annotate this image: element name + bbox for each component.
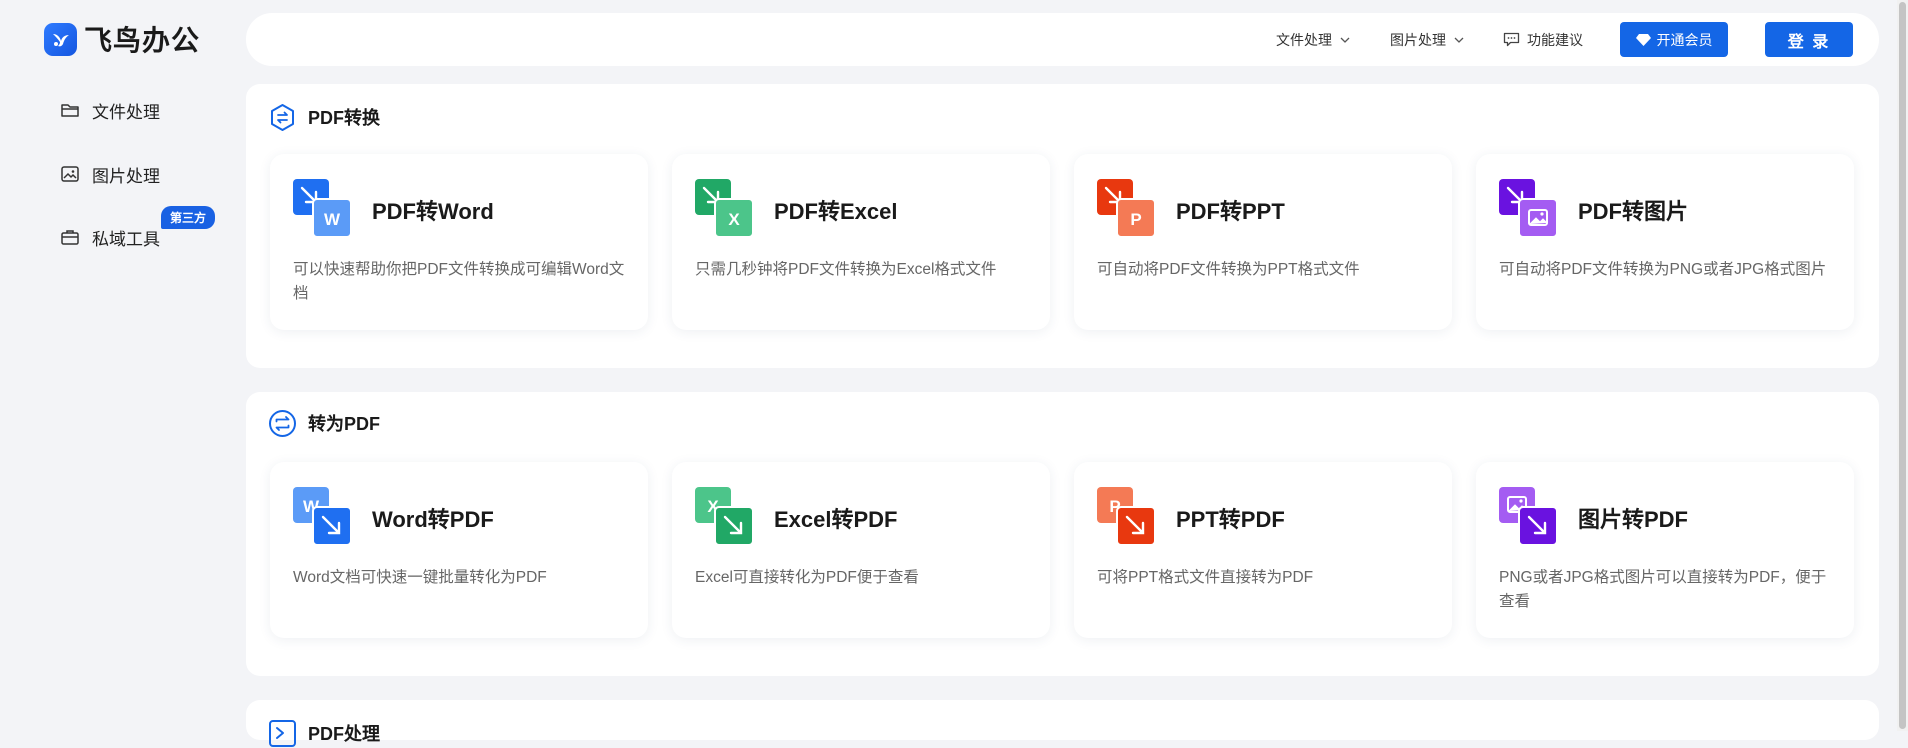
sidebar: 飞鸟办公 文件处理 图片处理 私域工具 第三方 [0, 0, 240, 731]
top-navigation-bar: 文件处理 图片处理 功能建议 开通会员 登 录 [246, 13, 1879, 66]
card-description: 可自动将PDF文件转换为PPT格式文件 [1097, 261, 1360, 278]
card-title: Word转PDF [372, 507, 494, 532]
image-to-pdf-icon [1499, 487, 1557, 545]
nav-file-processing-dropdown[interactable]: 文件处理 [1276, 13, 1350, 66]
section-convert-to-pdf: 转为PDF W Word转PDF Word文档可快速一键批量转化为PDF X E… [246, 392, 1879, 676]
card-pdf-to-word[interactable]: W PDF转Word 可以快速帮助你把PDF文件转换成可编辑Word文档 [270, 154, 648, 330]
sidebar-item-image-processing[interactable]: 图片处理 [60, 160, 160, 188]
image-icon [61, 166, 79, 182]
chevron-down-icon [1454, 37, 1464, 43]
card-title: PDF转图片 [1578, 199, 1689, 224]
card-description: Word文档可快速一键批量转化为PDF [293, 569, 547, 586]
card-image-to-pdf[interactable]: 图片转PDF PNG或者JPG格式图片可以直接转为PDF，便于查看 [1476, 462, 1854, 638]
convert-to-pdf-section-icon [269, 409, 296, 437]
open-vip-button[interactable]: 开通会员 [1620, 22, 1728, 57]
nav-label: 图片处理 [1390, 31, 1446, 48]
pdf-to-word-icon: W [293, 179, 351, 237]
card-title: PDF转PPT [1176, 199, 1285, 224]
card-title: PPT转PDF [1176, 507, 1285, 532]
section-title: PDF转换 [308, 108, 380, 128]
section-header: PDF转换 [268, 102, 380, 132]
login-button[interactable]: 登 录 [1765, 22, 1853, 57]
nav-label: 功能建议 [1527, 31, 1583, 48]
third-party-badge: 第三方 [161, 206, 216, 229]
card-description: Excel可直接转化为PDF便于查看 [695, 569, 919, 586]
nav-feedback-link[interactable]: 功能建议 [1503, 13, 1583, 66]
pdf-to-excel-icon: X [695, 179, 753, 237]
card-title: Excel转PDF [774, 507, 898, 532]
pdf-convert-section-icon [271, 103, 294, 131]
card-excel-to-pdf[interactable]: X Excel转PDF Excel可直接转化为PDF便于查看 [672, 462, 1050, 638]
app-logo[interactable]: 飞鸟办公 [44, 22, 201, 57]
pdf-to-ppt-icon: P [1097, 179, 1155, 237]
card-title: 图片转PDF [1578, 507, 1689, 532]
vip-label: 开通会员 [1656, 31, 1713, 48]
message-icon [1503, 32, 1520, 47]
section-title: PDF处理 [308, 724, 380, 744]
card-title: PDF转Word [372, 199, 494, 224]
section-pdf-convert: PDF转换 W PDF转Word 可以快速帮助你把PDF文件转换成可编辑Word… [246, 84, 1879, 368]
ppt-to-pdf-icon: P [1097, 487, 1155, 545]
nav-image-processing-dropdown[interactable]: 图片处理 [1390, 13, 1464, 66]
sidebar-item-label: 文件处理 [92, 102, 160, 122]
sidebar-item-label: 图片处理 [92, 166, 160, 186]
section-header: PDF处理 [268, 718, 380, 748]
sidebar-item-file-processing[interactable]: 文件处理 [60, 96, 160, 124]
letter: X [728, 210, 740, 229]
section-pdf-processing: PDF处理 [246, 700, 1879, 747]
pdf-processing-section-icon [269, 719, 296, 747]
nav-label: 文件处理 [1276, 31, 1332, 48]
page-scrollbar[interactable] [1897, 0, 1908, 731]
pdf-to-image-icon [1499, 179, 1557, 237]
card-title: PDF转Excel [774, 199, 898, 224]
letter: P [1130, 210, 1141, 229]
excel-to-pdf-icon: X [695, 487, 753, 545]
card-description: 只需几秒钟将PDF文件转换为Excel格式文件 [695, 261, 997, 278]
card-description: 可以快速帮助你把PDF文件转换成可编辑Word文档 [293, 261, 625, 302]
toolbox-icon [61, 230, 79, 245]
diamond-icon [1635, 33, 1651, 46]
chevron-down-icon [1340, 37, 1350, 43]
card-pdf-to-excel[interactable]: X PDF转Excel 只需几秒钟将PDF文件转换为Excel格式文件 [672, 154, 1050, 330]
scrollbar-thumb[interactable] [1899, 2, 1906, 729]
card-description: 可自动将PDF文件转换为PNG或者JPG格式图片 [1499, 261, 1827, 278]
card-ppt-to-pdf[interactable]: P PPT转PDF 可将PPT格式文件直接转为PDF [1074, 462, 1452, 638]
folder-icon [61, 104, 79, 117]
section-title: 转为PDF [308, 414, 380, 434]
logo-text: 飞鸟办公 [84, 24, 201, 57]
sidebar-item-label: 私域工具 [92, 229, 160, 249]
bird-logo-icon [44, 22, 77, 56]
letter: W [324, 210, 341, 229]
section-header: 转为PDF [268, 408, 380, 438]
word-to-pdf-icon: W [293, 487, 351, 545]
card-pdf-to-image[interactable]: PDF转图片 可自动将PDF文件转换为PNG或者JPG格式图片 [1476, 154, 1854, 330]
card-description: 可将PPT格式文件直接转为PDF [1097, 569, 1314, 586]
sidebar-item-private-tools[interactable]: 私域工具 [60, 223, 160, 251]
card-description: PNG或者JPG格式图片可以直接转为PDF，便于查看 [1499, 569, 1827, 610]
card-pdf-to-ppt[interactable]: P PDF转PPT 可自动将PDF文件转换为PPT格式文件 [1074, 154, 1452, 330]
card-word-to-pdf[interactable]: W Word转PDF Word文档可快速一键批量转化为PDF [270, 462, 648, 638]
